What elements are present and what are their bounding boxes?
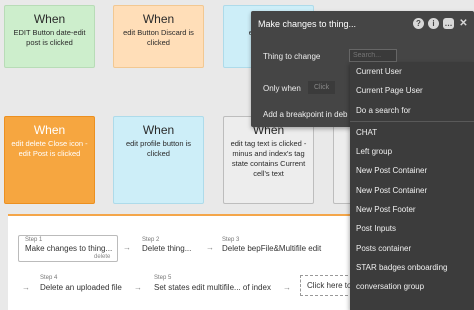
arrow-icon: → (134, 283, 142, 292)
workflow-canvas: When EDIT Button date-edit post is click… (0, 0, 474, 310)
arrow-icon: → (283, 283, 291, 292)
step-3-text[interactable]: Delete bepFile&Multifile edit (222, 244, 321, 253)
dropdown-option-conversation-group[interactable]: conversation group (350, 277, 474, 296)
event-description: edit profile button is clicked (125, 139, 192, 158)
only-when-condition-field[interactable]: Click (308, 81, 336, 94)
event-when-label: When (33, 123, 66, 137)
comment-icon[interactable]: … (443, 18, 454, 29)
event-description: edit Button Discard is clicked (123, 28, 194, 47)
step-5-text[interactable]: Set states edit multifile... of index (154, 283, 271, 292)
info-icon[interactable]: i (428, 18, 439, 29)
event-description: edit delete Close icon - edit Post is cl… (11, 139, 88, 158)
event-card-edit-button-discard[interactable]: When edit Button Discard is clicked (113, 5, 204, 68)
event-when-label: When (33, 12, 66, 26)
step-4-label: Step 4 (40, 275, 58, 281)
dropdown-option-left-group[interactable]: Left group (350, 142, 474, 161)
step-2-text[interactable]: Delete thing... (142, 244, 191, 253)
event-description: EDIT Button date-edit post is clicked (13, 28, 86, 47)
panel-title: Make changes to thing... (258, 19, 357, 29)
dropdown-option-do-a-search[interactable]: Do a search for (350, 101, 474, 120)
thing-dropdown: Current User Current Page User Do a sear… (350, 62, 474, 310)
thing-to-change-label: Thing to change (263, 52, 321, 61)
dropdown-option-new-post-container[interactable]: New Post Container (350, 161, 474, 180)
step-4-text[interactable]: Delete an uploaded file (40, 283, 122, 292)
step-5-label: Step 5 (154, 275, 172, 281)
step-1-delete-link[interactable]: delete (94, 254, 110, 260)
step-1-text[interactable]: Make changes to thing... (25, 244, 112, 253)
event-card-edit-profile[interactable]: When edit profile button is clicked (113, 116, 204, 204)
dropdown-option-new-post-container-2[interactable]: New Post Container (350, 181, 474, 200)
arrow-icon: → (123, 243, 131, 252)
dropdown-divider (350, 120, 474, 122)
panel-header-icons: ? i … ✕ (413, 18, 469, 29)
dropdown-option-current-page-user[interactable]: Current Page User (350, 81, 474, 100)
help-icon[interactable]: ? (413, 18, 424, 29)
step-2-label: Step 2 (142, 237, 160, 243)
thing-search-input[interactable] (349, 49, 397, 62)
dropdown-option-new-post-footer[interactable]: New Post Footer (350, 200, 474, 219)
event-card-edit-button-date[interactable]: When EDIT Button date-edit post is click… (4, 5, 95, 68)
event-card-edit-tag-text[interactable]: When edit tag text is clicked - minus an… (223, 116, 314, 204)
event-card-edit-delete-close[interactable]: When edit delete Close icon - edit Post … (4, 116, 95, 204)
breakpoint-checkbox-label[interactable]: Add a breakpoint in deb (263, 110, 348, 119)
dropdown-option-star-badges[interactable]: STAR badges onboarding (350, 258, 474, 277)
step-1-label: Step 1 (25, 237, 43, 243)
dropdown-option-posts-container[interactable]: Posts container (350, 239, 474, 258)
dropdown-option-current-user[interactable]: Current User (350, 62, 474, 81)
event-when-label: When (142, 123, 175, 137)
arrow-icon: → (22, 283, 30, 292)
event-description: edit tag text is clicked - minus and ind… (230, 139, 307, 178)
event-when-label: When (142, 12, 175, 26)
dropdown-option-chat[interactable]: CHAT (350, 123, 474, 142)
only-when-label: Only when (263, 84, 301, 93)
dropdown-option-post-inputs[interactable]: Post Inputs (350, 219, 474, 238)
step-3-label: Step 3 (222, 237, 240, 243)
arrow-icon: → (206, 243, 214, 252)
close-icon[interactable]: ✕ (458, 18, 469, 29)
